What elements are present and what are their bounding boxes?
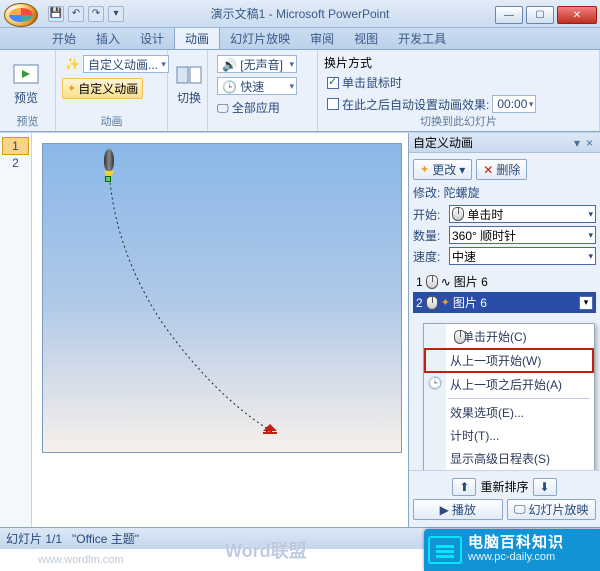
undo-icon[interactable]: ↶	[68, 6, 84, 22]
quick-access-toolbar: 💾 ↶ ↷ ▾	[40, 6, 132, 22]
window-title: 演示文稿1 - Microsoft PowerPoint	[211, 5, 390, 22]
mouse-icon	[426, 296, 438, 310]
tab-developer[interactable]: 开发工具	[388, 27, 456, 49]
path-start-handle[interactable]	[105, 176, 111, 182]
mouse-icon	[426, 275, 438, 289]
group-label-preview: 预览	[6, 115, 49, 129]
redo-icon[interactable]: ↷	[88, 6, 104, 22]
mouse-icon	[452, 207, 464, 221]
badge-title: 电脑百科知识	[468, 536, 564, 550]
animation-dropdown[interactable]: 自定义动画...	[83, 55, 169, 73]
group-label-animations: 动画	[62, 115, 161, 129]
qat-dropdown-icon[interactable]: ▾	[108, 6, 124, 22]
auto-after-label: 在此之后自动设置动画效果:	[342, 96, 489, 113]
on-click-label: 单击鼠标时	[342, 74, 402, 91]
change-star-icon: ✦	[420, 163, 429, 176]
clock-icon: 🕒	[428, 376, 442, 390]
menu-timing[interactable]: 计时(T)...	[424, 424, 594, 447]
site-badge: 电脑百科知识 www.pc-daily.com	[424, 529, 600, 571]
tab-home[interactable]: 开始	[42, 27, 86, 49]
pane-title: 自定义动画	[413, 134, 473, 151]
motion-path	[43, 144, 401, 452]
thumbnail-pane[interactable]: 1 2	[0, 133, 32, 527]
tab-slideshow[interactable]: 幻灯片放映	[220, 27, 300, 49]
mouse-icon	[454, 330, 466, 344]
menu-onclick[interactable]: 单击开始(C)	[424, 324, 594, 348]
pane-dropdown-icon[interactable]: ▾	[571, 136, 583, 150]
effect-dropdown-icon[interactable]: ▾	[579, 296, 593, 310]
target-marker	[263, 424, 277, 434]
advance-label: 换片方式	[324, 54, 539, 71]
amount-label: 数量:	[413, 227, 449, 244]
minimize-button[interactable]: —	[495, 6, 523, 24]
amount-dropdown[interactable]: 360° 顺时针	[449, 226, 596, 244]
start-dropdown[interactable]: 单击时	[449, 205, 596, 223]
menu-separator	[448, 398, 590, 399]
custom-animation-pane: 自定义动画 ▾ × ✦更改 ▾ ✕删除 修改: 陀螺旋 开始: 单击时 数量: …	[408, 133, 600, 527]
maximize-button[interactable]: ☐	[526, 6, 554, 24]
pane-close-icon[interactable]: ×	[583, 136, 596, 150]
delete-x-icon: ✕	[483, 163, 493, 177]
slide	[42, 143, 402, 453]
slide-canvas[interactable]	[32, 133, 408, 527]
menu-after-previous[interactable]: 🕒从上一项之后开始(A)	[424, 373, 594, 396]
star-icon: ✦	[67, 82, 76, 95]
transition-icon	[175, 63, 203, 87]
monitor-icon	[428, 536, 462, 564]
speed-dropdown-pane[interactable]: 中速	[449, 247, 596, 265]
menu-effect-options[interactable]: 效果选项(E)...	[424, 401, 594, 424]
sound-dropdown[interactable]: 🔊 [无声音]	[217, 55, 297, 73]
animate-icon: ✨	[65, 57, 80, 71]
tab-insert[interactable]: 插入	[86, 27, 130, 49]
transition-button[interactable]: 切换	[174, 54, 204, 114]
close-button[interactable]: ✕	[557, 6, 597, 24]
thumb-1[interactable]: 1	[2, 137, 29, 155]
ribbon: 预览 预览 ✨自定义动画... ✦自定义动画 动画 切换 🔊 [无声音] 🕒 快…	[0, 50, 600, 132]
reorder-label: 重新排序	[480, 478, 528, 496]
modify-label: 修改: 陀螺旋	[413, 184, 596, 201]
on-click-checkbox[interactable]	[327, 77, 339, 89]
custom-animation-button[interactable]: ✦自定义动画	[62, 78, 143, 99]
office-button[interactable]	[4, 3, 38, 27]
tab-design[interactable]: 设计	[130, 27, 174, 49]
effect-item-2[interactable]: 2 ✦ 图片 6 ▾	[413, 292, 596, 313]
change-button[interactable]: ✦更改 ▾	[413, 159, 472, 180]
main-area: 1 2 自定义动画 ▾ × ✦更改 ▾ ✕删除 修改	[0, 132, 600, 527]
status-theme: "Office 主题"	[72, 530, 139, 547]
reorder-down-button[interactable]: ⬇	[533, 478, 557, 496]
pane-footer: ⬆ 重新排序 ⬇ ▶ 播放 🖵 幻灯片放映	[409, 470, 600, 527]
tab-review[interactable]: 审阅	[300, 27, 344, 49]
effect-item-1[interactable]: 1 ∿ 图片 6	[413, 271, 596, 292]
delete-button[interactable]: ✕删除	[476, 159, 527, 180]
preview-icon	[12, 63, 40, 87]
menu-show-advanced[interactable]: 显示高级日程表(S)	[424, 447, 594, 470]
speed-label: 速度:	[413, 248, 449, 265]
group-label-transition: 切换到此幻灯片	[324, 115, 593, 129]
menu-with-previous[interactable]: 从上一项开始(W)	[424, 348, 594, 373]
status-slide: 幻灯片 1/1	[6, 530, 62, 547]
auto-after-checkbox[interactable]	[327, 98, 339, 110]
effect-context-menu: 单击开始(C) 从上一项开始(W) 🕒从上一项之后开始(A) 效果选项(E)..…	[423, 323, 595, 470]
tab-view[interactable]: 视图	[344, 27, 388, 49]
preview-button[interactable]: 预览	[6, 54, 46, 114]
badge-url: www.pc-daily.com	[468, 550, 564, 564]
title-bar: 💾 ↶ ↷ ▾ 演示文稿1 - Microsoft PowerPoint — ☐…	[0, 0, 600, 28]
tab-animations[interactable]: 动画	[174, 26, 220, 49]
auto-after-time[interactable]: 00:00	[492, 95, 536, 113]
watermark-url: www.wordlm.com	[38, 554, 124, 566]
path-icon: ∿	[441, 275, 451, 289]
start-label: 开始:	[413, 206, 449, 223]
apply-all-button[interactable]: 🖵 全部应用	[214, 98, 300, 117]
reorder-up-button[interactable]: ⬆	[452, 478, 476, 496]
ribbon-tabs: 开始 插入 设计 动画 幻灯片放映 审阅 视图 开发工具	[0, 28, 600, 50]
play-button[interactable]: ▶ 播放	[413, 499, 503, 520]
save-icon[interactable]: 💾	[48, 6, 64, 22]
slideshow-button[interactable]: 🖵 幻灯片放映	[507, 499, 597, 520]
speed-dropdown[interactable]: 🕒 快速	[217, 77, 297, 95]
thumb-2[interactable]: 2	[2, 155, 29, 171]
effects-list: 1 ∿ 图片 6 2 ✦ 图片 6 ▾	[413, 271, 596, 313]
spin-icon: ✦	[441, 296, 450, 309]
